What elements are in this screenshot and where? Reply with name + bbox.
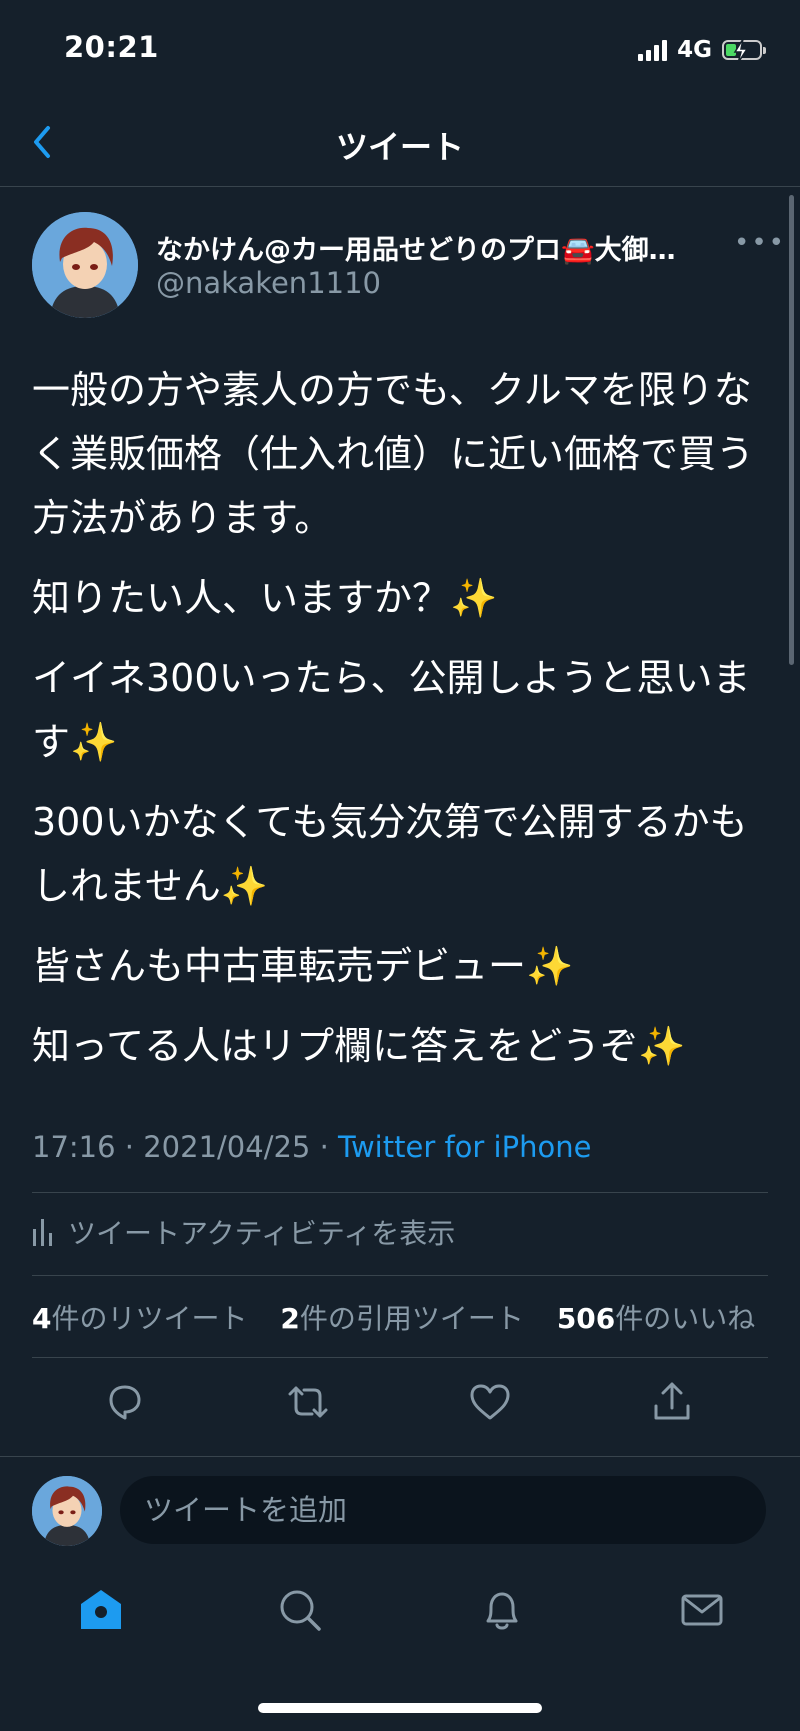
like-button[interactable] (466, 1378, 514, 1426)
search-icon (280, 1590, 321, 1631)
likes-label: 件のいいね (615, 1302, 756, 1335)
tweet-time: 17:16 (32, 1130, 116, 1164)
divider (0, 1456, 800, 1457)
separator: · (115, 1130, 144, 1164)
more-icon: ••• (734, 228, 787, 258)
notifications-icon (486, 1592, 518, 1630)
tweet-paragraph: 知ってる人はリプ欄に答えをどうぞ✨ (32, 1024, 686, 1068)
tweet-timestamp: 17:16 · 2021/04/25 · Twitter for iPhone (32, 1130, 591, 1164)
separator: · (310, 1130, 339, 1164)
retweets-label: 件のリツイート (51, 1302, 248, 1335)
likes-count: 506 (556, 1302, 616, 1335)
tweet-paragraph: 知りたい人、いますか？✨ (32, 576, 498, 620)
tweet-stats: 4件のリツイート 2件の引用ツイート 506件のいいね (32, 1297, 779, 1337)
reply-icon (109, 1385, 141, 1420)
activity-label: ツイートアクティビティを表示 (68, 1217, 456, 1250)
divider (32, 1275, 768, 1276)
quotes-count: 2 (280, 1302, 300, 1335)
tweet-paragraph: 300いかなくても気分次第で公開するかもしれません✨ (32, 800, 748, 908)
signal-icon (638, 39, 668, 61)
messages-icon (681, 1594, 723, 1626)
nav-messages[interactable] (677, 1585, 727, 1635)
likes-stat[interactable]: 506件のいいね (557, 1302, 755, 1335)
retweets-stat[interactable]: 4件のリツイート (32, 1302, 248, 1335)
like-icon (470, 1384, 510, 1420)
tweet-activity-link[interactable]: ツイートアクティビティを表示 (32, 1212, 455, 1252)
nav-notifications[interactable] (477, 1585, 527, 1635)
tweet-paragraph: 一般の方や素人の方でも、クルマを限りなく業販価格（仕入れ値）に近い価格で買う方法… (32, 368, 755, 540)
activity-icon (33, 1219, 52, 1246)
divider (32, 1357, 768, 1358)
retweet-button[interactable] (284, 1378, 332, 1426)
divider (32, 1192, 768, 1193)
page-title: ツイート (335, 128, 464, 166)
tweet-paragraph: 皆さんも中古車転売デビュー✨ (32, 944, 574, 988)
home-indicator[interactable] (258, 1703, 542, 1713)
status-indicators: 4G (638, 34, 766, 66)
retweet-icon (288, 1386, 328, 1418)
top-navigation-bar: ツイート (0, 100, 800, 187)
quotes-stat[interactable]: 2件の引用ツイート (280, 1302, 524, 1335)
more-options-button[interactable]: ••• (734, 228, 786, 258)
status-time: 20:21 (64, 30, 159, 64)
tweet-source-link[interactable]: Twitter for iPhone (338, 1130, 591, 1164)
home-icon (81, 1590, 121, 1629)
battery-icon (722, 38, 766, 64)
author-avatar[interactable] (32, 212, 138, 318)
reply-input[interactable]: ツイートを追加 (120, 1476, 766, 1544)
tweet-paragraph: イイネ300いったら、公開しようと思います✨ (32, 656, 751, 764)
tweet-date: 2021/04/25 (143, 1130, 311, 1164)
nav-search[interactable] (275, 1585, 325, 1635)
share-icon (654, 1382, 690, 1420)
author-username[interactable]: @nakaken1110 (156, 266, 381, 300)
nav-home[interactable] (76, 1585, 126, 1635)
tweet-text: 一般の方や素人の方でも、クルマを限りなく業販価格（仕入れ値）に近い価格で買う方法… (32, 358, 762, 1094)
scrollbar[interactable] (789, 195, 794, 665)
quotes-label: 件の引用ツイート (299, 1302, 524, 1335)
reply-button[interactable] (101, 1378, 149, 1426)
author-display-name[interactable]: なかけん@カー用品せどりのプロ🚘大御… (156, 228, 736, 267)
share-button[interactable] (648, 1378, 696, 1426)
current-user-avatar[interactable] (32, 1476, 102, 1546)
network-label: 4G (677, 37, 712, 63)
retweets-count: 4 (32, 1302, 52, 1335)
